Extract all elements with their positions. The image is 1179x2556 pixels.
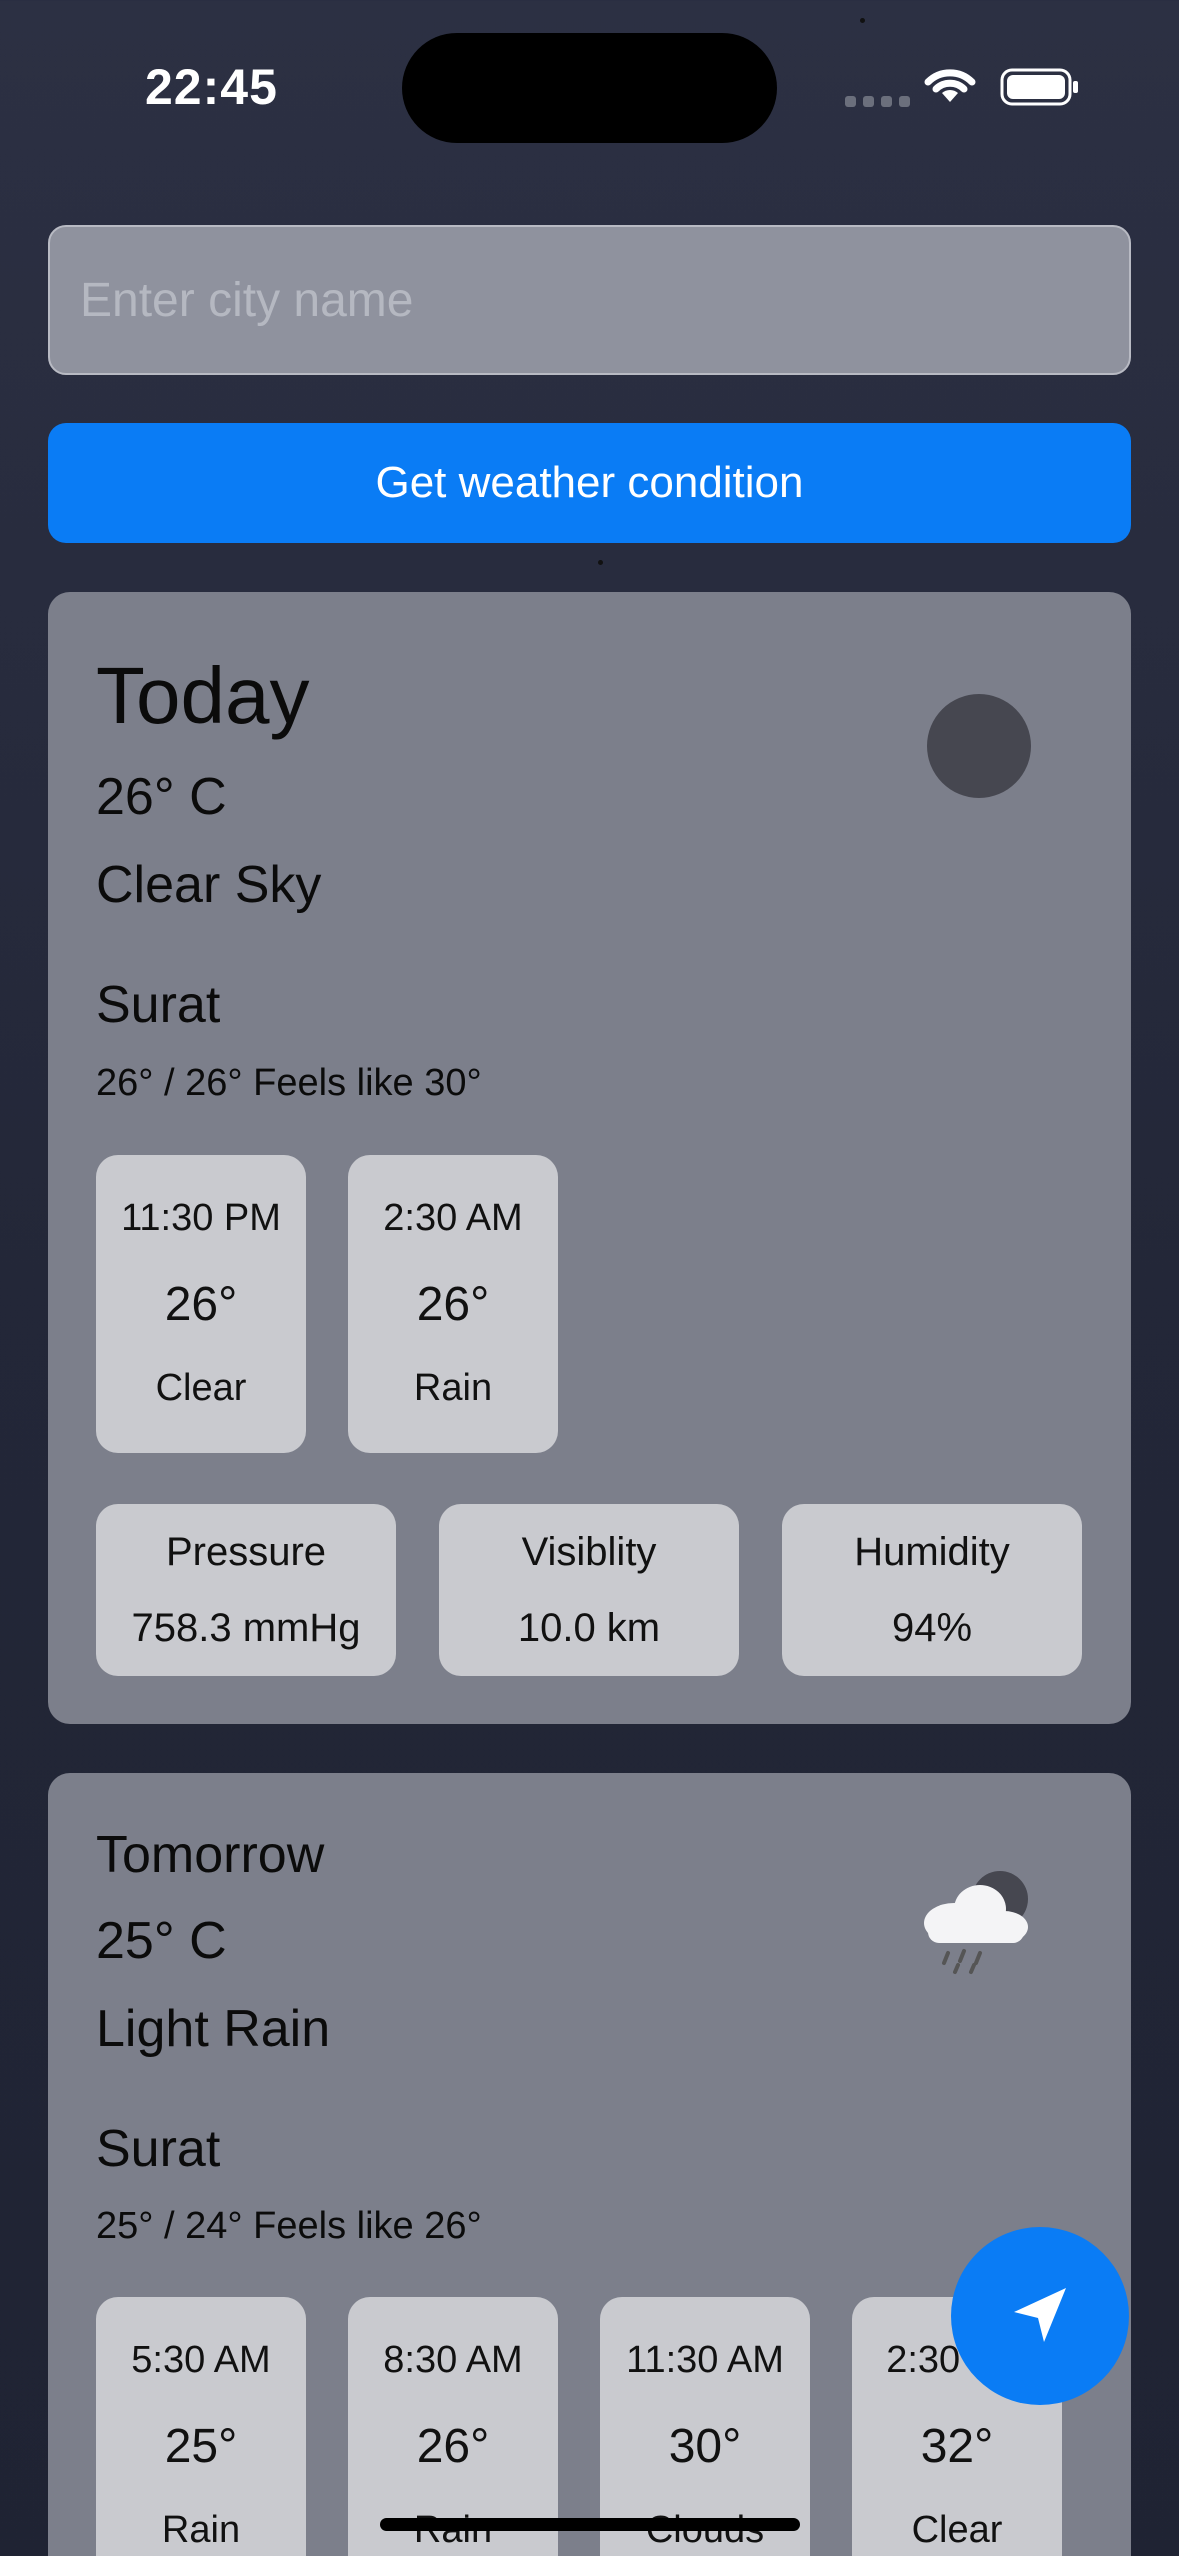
hour-temp: 26° xyxy=(164,1278,238,1331)
hour-time: 8:30 AM xyxy=(383,2339,523,2381)
status-time: 22:45 xyxy=(145,59,278,115)
battery-icon xyxy=(1000,68,1078,106)
hour-time: 11:30 PM xyxy=(121,1197,281,1239)
tomorrow-weather-card: Tomorrow 25° C Light Rain Surat 25° / 24… xyxy=(48,1773,1131,2556)
hourly-forecast-item: 11:30 PM 26° Clear xyxy=(96,1155,306,1453)
city-name: Surat xyxy=(96,976,221,1034)
card-title: Today xyxy=(96,651,310,740)
hour-condition: Clear xyxy=(911,2509,1003,2551)
moon-icon xyxy=(927,694,1031,798)
pressure-stat: Pressure 758.3 mmHg xyxy=(96,1504,396,1676)
condition-text: Light Rain xyxy=(96,2000,331,2058)
card-title: Tomorrow xyxy=(96,1826,325,1884)
get-weather-button[interactable]: Get weather condition xyxy=(48,423,1131,543)
hour-condition: Rain xyxy=(413,1367,493,1409)
hour-time: 11:30 AM xyxy=(626,2339,784,2381)
stat-label: Humidity xyxy=(854,1530,1010,1574)
forecast-temperature: 25° C xyxy=(96,1912,227,1970)
stat-label: Visiblity xyxy=(521,1530,657,1574)
hour-temp: 26° xyxy=(416,2420,490,2473)
visibility-stat: Visiblity 10.0 km xyxy=(439,1504,739,1676)
hour-temp: 32° xyxy=(920,2420,994,2473)
hour-condition: Rain xyxy=(161,2509,241,2551)
humidity-stat: Humidity 94% xyxy=(782,1504,1082,1676)
hourly-forecast-item: 2:30 AM 26° Rain xyxy=(348,1155,558,1453)
hour-condition: Clear xyxy=(155,1367,247,1409)
hour-time: 2:30 AM xyxy=(383,1197,523,1239)
temp-range: 25° / 24° Feels like 26° xyxy=(96,2205,482,2247)
temp-range: 26° / 26° Feels like 30° xyxy=(96,1062,482,1104)
current-temperature: 26° C xyxy=(96,768,227,826)
hour-temp: 30° xyxy=(668,2420,742,2473)
home-indicator xyxy=(380,2518,800,2531)
condition-text: Clear Sky xyxy=(96,856,322,914)
today-weather-card: Today 26° C Clear Sky Surat 26° / 26° Fe… xyxy=(48,592,1131,1724)
city-search-input[interactable] xyxy=(48,225,1131,375)
cellular-signal-icon xyxy=(845,96,910,107)
current-location-button[interactable] xyxy=(951,2227,1129,2405)
stat-label: Pressure xyxy=(165,1530,327,1574)
city-name: Surat xyxy=(96,2120,221,2178)
location-arrow-icon xyxy=(1014,2288,1066,2342)
stat-value: 94% xyxy=(891,1606,973,1650)
stat-value: 10.0 km xyxy=(517,1606,661,1650)
hourly-forecast-item: 5:30 AM 25° Rain xyxy=(96,2297,306,2556)
hour-temp: 26° xyxy=(416,1278,490,1331)
stat-value: 758.3 mmHg xyxy=(131,1606,361,1650)
dynamic-island xyxy=(402,33,777,143)
rain-cloud-moon-icon xyxy=(924,1871,1028,1974)
hour-time: 5:30 AM xyxy=(131,2339,271,2381)
wifi-icon xyxy=(924,69,976,102)
hour-temp: 25° xyxy=(164,2420,238,2473)
